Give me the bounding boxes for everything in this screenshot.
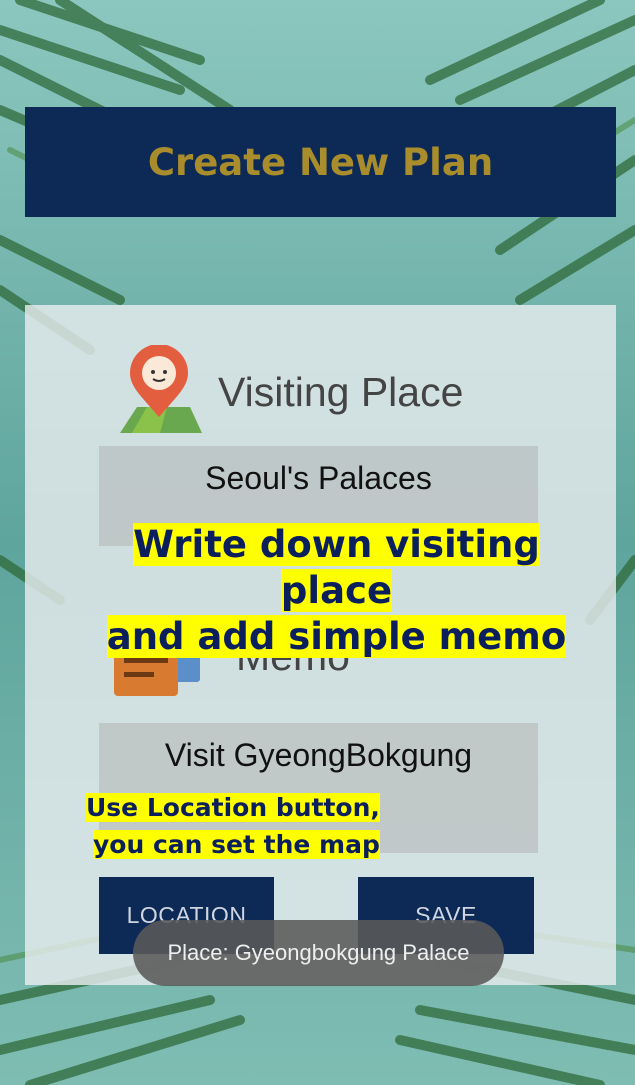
location-hint: Use Location button, you can set the map: [86, 789, 380, 863]
visiting-place-label-row: Visiting Place: [112, 344, 464, 440]
tutorial-caption: Write down visiting place and add simple…: [78, 522, 595, 660]
location-hint-line2: you can set the map: [93, 830, 380, 859]
visiting-place-label: Visiting Place: [218, 369, 464, 415]
toast-text: Place: Gyeongbokgung Palace: [167, 940, 470, 965]
memo-value: Visit GyeongBokgung: [164, 737, 473, 773]
tutorial-caption-line1: Write down visiting place: [133, 523, 540, 612]
map-pin-icon: [112, 344, 207, 440]
header-bar: Create New Plan: [25, 107, 616, 217]
visiting-place-value: Seoul's Palaces: [205, 460, 432, 496]
location-hint-line1: Use Location button,: [86, 793, 380, 822]
tutorial-caption-line2: and add simple memo: [106, 615, 567, 658]
page-title: Create New Plan: [147, 140, 494, 184]
toast-message: Place: Gyeongbokgung Palace: [133, 920, 504, 986]
